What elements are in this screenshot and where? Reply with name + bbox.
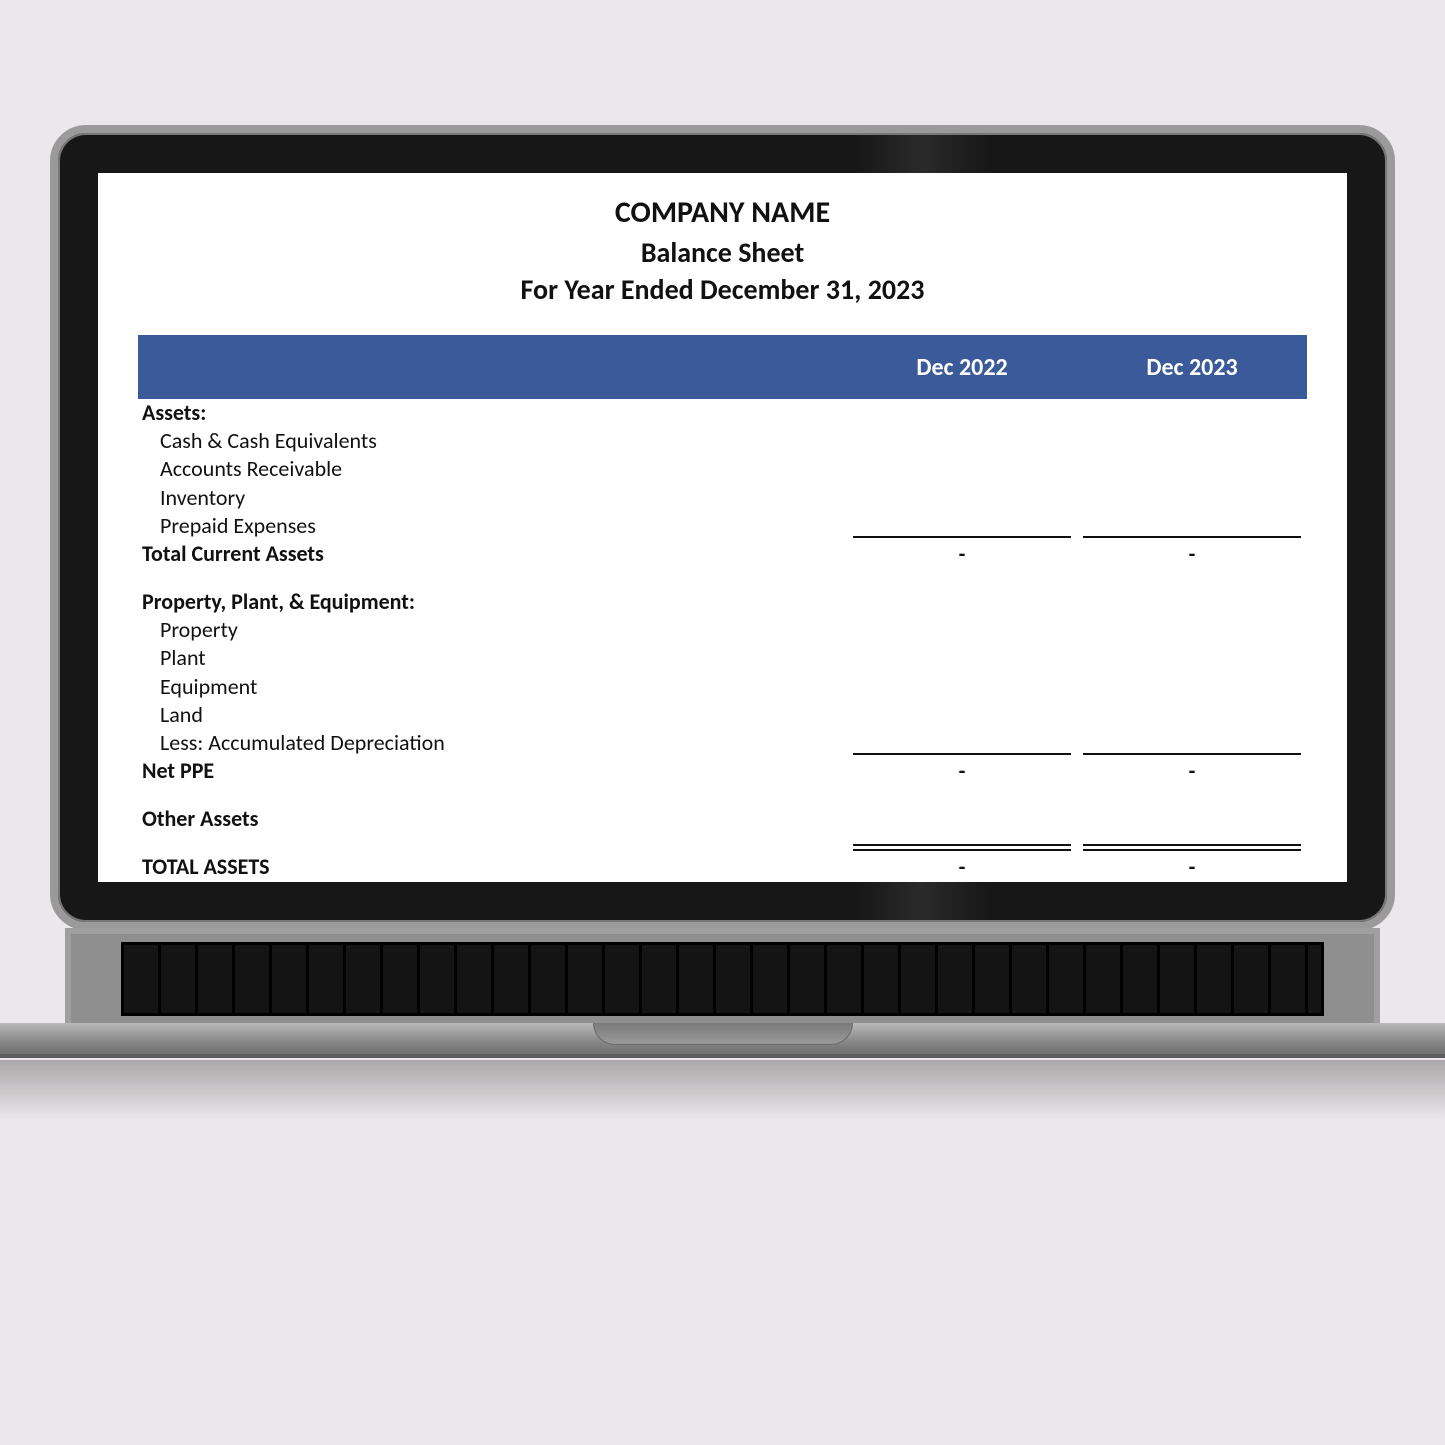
company-name: COMPANY NAME xyxy=(138,193,1307,234)
laptop-hinge-notch xyxy=(593,1023,853,1045)
laptop-keyboard xyxy=(65,928,1380,1023)
line-plant: Plant xyxy=(138,644,1307,672)
line-inventory: Inventory xyxy=(138,484,1307,512)
line-equipment: Equipment xyxy=(138,673,1307,701)
line-cash: Cash & Cash Equivalents xyxy=(138,427,1307,455)
net-ppe: Net PPE - - xyxy=(138,757,1307,785)
total-assets: TOTAL ASSETS - - xyxy=(138,853,1307,881)
total-assets-curr: - xyxy=(1077,853,1307,881)
line-ar: Accounts Receivable xyxy=(138,455,1307,483)
document-title-block: COMPANY NAME Balance Sheet For Year Ende… xyxy=(138,193,1307,309)
line-property: Property xyxy=(138,616,1307,644)
col-header-prev-year: Dec 2022 xyxy=(847,353,1077,382)
total-current-assets-curr: - xyxy=(1077,540,1307,568)
net-ppe-prev: - xyxy=(847,757,1077,785)
laptop-screen: COMPANY NAME Balance Sheet For Year Ende… xyxy=(98,173,1347,882)
total-current-assets: Total Current Assets - - xyxy=(138,540,1307,568)
line-land: Land xyxy=(138,701,1307,729)
col-header-curr-year: Dec 2023 xyxy=(1077,353,1307,382)
laptop-frame: COMPANY NAME Balance Sheet For Year Ende… xyxy=(50,125,1395,930)
total-assets-prev: - xyxy=(847,853,1077,881)
net-ppe-curr: - xyxy=(1077,757,1307,785)
column-header-bar: Dec 2022 Dec 2023 xyxy=(138,335,1307,399)
table-shadow xyxy=(0,1060,1445,1120)
total-current-assets-prev: - xyxy=(847,540,1077,568)
report-period: For Year Ended December 31, 2023 xyxy=(138,271,1307,309)
report-title: Balance Sheet xyxy=(138,234,1307,272)
balance-sheet-document: COMPANY NAME Balance Sheet For Year Ende… xyxy=(98,173,1347,881)
section-title-ppe: Property, Plant, & Equipment: xyxy=(138,588,1307,616)
section-title-other-assets: Other Assets xyxy=(138,805,1307,833)
laptop-base xyxy=(0,928,1445,1058)
section-title-assets: Assets: xyxy=(138,399,1307,427)
